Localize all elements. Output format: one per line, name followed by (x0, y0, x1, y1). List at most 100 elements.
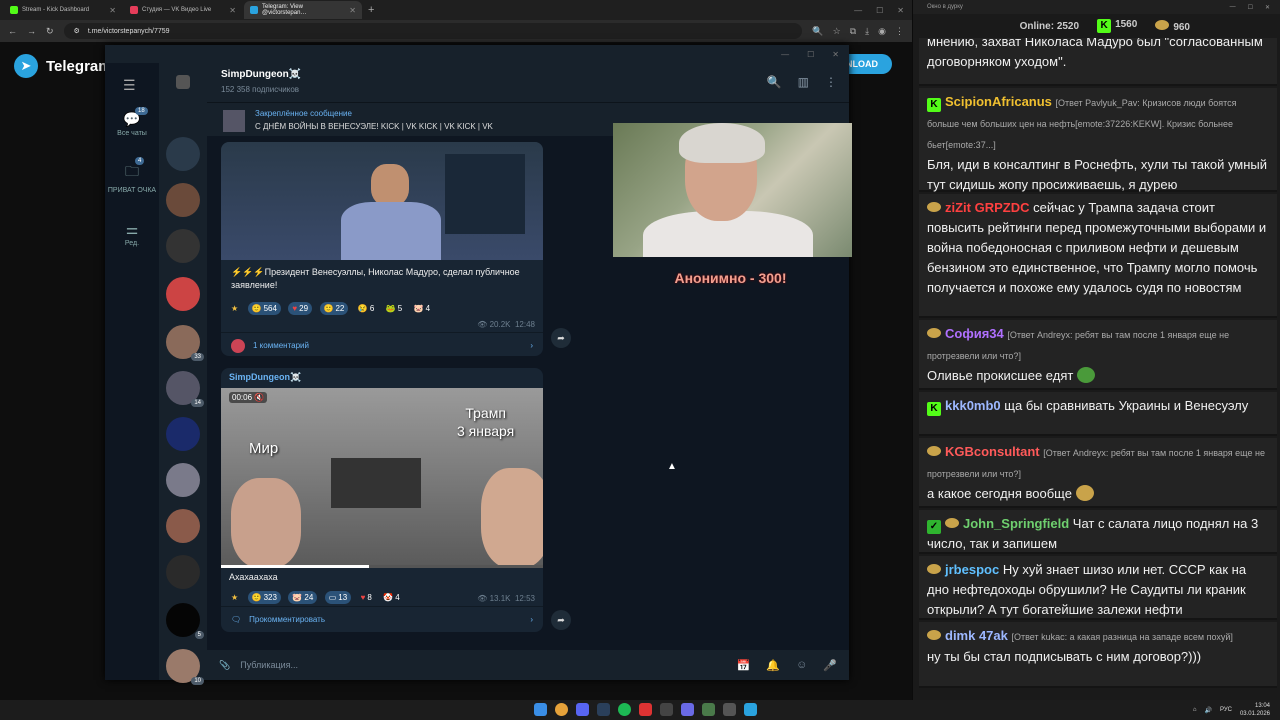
microphone-icon[interactable]: 🎤 (823, 659, 837, 672)
chat-avatar[interactable]: 14 (166, 371, 204, 407)
chat-avatar[interactable]: 10 (166, 649, 204, 685)
reaction[interactable]: 🐷 4 (412, 302, 432, 315)
reaction[interactable]: 🐸 5 (384, 302, 404, 315)
username[interactable]: KGBconsultant (945, 444, 1040, 459)
reaction[interactable]: 🙂 22 (319, 302, 349, 315)
minimize-icon[interactable]: — (781, 50, 789, 59)
schedule-icon[interactable]: 📅 (737, 659, 751, 672)
clock[interactable]: 13:04 03.01.2026 (1240, 702, 1270, 718)
close-icon[interactable]: ✕ (832, 50, 839, 59)
star-reaction-icon[interactable]: ★ (229, 302, 240, 315)
start-icon[interactable] (534, 703, 547, 716)
video-progress-track[interactable] (221, 565, 543, 568)
post-video[interactable]: 00:06 🔇 Мир Трамп 3 января (221, 388, 543, 568)
search-icon[interactable]: 🔍 (767, 75, 782, 89)
chat-avatar[interactable] (166, 183, 200, 217)
username[interactable]: dimk 47ak (945, 628, 1008, 643)
app-icon[interactable] (723, 703, 736, 716)
forward-icon[interactable]: → (27, 26, 36, 36)
wifi-icon[interactable]: ⌂ (1193, 707, 1197, 713)
spotify-icon[interactable] (618, 703, 631, 716)
comment-button[interactable]: 🗨 Прокомментировать › (221, 606, 543, 632)
close-icon[interactable]: ✕ (229, 6, 236, 15)
reaction[interactable]: ♥ 29 (288, 302, 313, 315)
post-image[interactable] (221, 142, 543, 260)
username[interactable]: kkk0mb0 (945, 398, 1001, 413)
username[interactable]: ziZit (945, 200, 971, 215)
chat-avatar[interactable] (166, 137, 200, 171)
username[interactable]: John_Springfield (963, 516, 1069, 531)
maximize-icon[interactable]: ☐ (1248, 4, 1253, 11)
profile-icon[interactable]: ◉ (878, 26, 886, 37)
close-window-icon[interactable]: ✕ (897, 6, 904, 15)
steam-icon[interactable] (597, 703, 610, 716)
username[interactable]: jrbespoc (945, 562, 999, 577)
chat-avatar[interactable]: 33 (166, 325, 204, 361)
message-input[interactable]: Публикация... (240, 660, 726, 670)
channel-name[interactable]: SimpDungeon☠️ (221, 69, 301, 80)
url-field[interactable]: ⚙ t.me/victorstepanych/7759 (63, 23, 803, 39)
app-icon[interactable] (702, 703, 715, 716)
share-button[interactable]: ➦ (551, 328, 571, 348)
discord-icon[interactable] (576, 703, 589, 716)
app-icon[interactable] (660, 703, 673, 716)
reaction[interactable]: 🤡 4 (381, 591, 401, 604)
more-icon[interactable]: ⋮ (825, 75, 837, 89)
menu-icon[interactable]: ⋮ (895, 26, 904, 37)
reaction[interactable]: 🙂 564 (247, 302, 281, 315)
chat-avatar[interactable]: 5 (166, 603, 204, 639)
username[interactable]: ScipionAfricanus (945, 94, 1052, 109)
username[interactable]: София34 (945, 326, 1004, 341)
maximize-icon[interactable]: ☐ (807, 50, 814, 59)
new-tab-icon[interactable]: + (368, 4, 374, 16)
reaction[interactable]: ▭ 13 (324, 591, 352, 604)
download-icon[interactable]: ⤓ (865, 26, 869, 37)
chat-avatar[interactable] (166, 463, 200, 497)
reload-icon[interactable]: ↻ (46, 26, 54, 37)
star-icon[interactable]: ☆ (833, 26, 841, 37)
chat-avatar[interactable] (166, 509, 200, 543)
share-button[interactable]: ➦ (551, 610, 571, 630)
chrome-icon[interactable] (555, 703, 568, 716)
mute-icon[interactable]: 🔇 (254, 393, 264, 402)
star-reaction-icon[interactable]: ★ (229, 591, 240, 604)
tab-telegram[interactable]: Telegram: View @victorstepan… ✕ (244, 1, 362, 19)
menu-icon[interactable]: ☰ (123, 77, 136, 94)
minimize-icon[interactable]: — (1230, 4, 1236, 11)
username[interactable]: GRPZDC (975, 200, 1030, 215)
pinned-message[interactable]: Закреплённое сообщение С ДНЁМ ВОЙНЫ В ВЕ… (207, 106, 655, 136)
language-indicator[interactable]: РУС (1220, 707, 1232, 713)
sidebar-toggle-icon[interactable]: ▥ (798, 75, 809, 89)
reaction[interactable]: 🙂 323 (247, 591, 281, 604)
volume-icon[interactable]: 🔊 (1204, 707, 1211, 714)
zoom-icon[interactable]: 🔍 (812, 26, 823, 37)
folder-private[interactable]: 🗀 4 ПРИВАТ ОЧКА (105, 157, 159, 194)
close-icon[interactable]: ✕ (1265, 4, 1270, 11)
tab-kick[interactable]: Stream - Kick Dashboard ✕ (4, 1, 122, 19)
site-info-icon[interactable]: ⚙ (74, 27, 80, 35)
app-icon[interactable] (681, 703, 694, 716)
bell-icon[interactable]: 🔔 (766, 659, 780, 672)
comments-button[interactable]: 1 комментарий › (221, 332, 543, 358)
close-icon[interactable]: ✕ (109, 6, 116, 15)
close-icon[interactable]: ✕ (349, 6, 356, 15)
attach-icon[interactable]: 📎 (219, 660, 230, 671)
reaction[interactable]: 🐷 24 (288, 591, 318, 604)
chat-avatar[interactable] (166, 417, 200, 451)
extensions-icon[interactable]: ⧉ (850, 26, 856, 37)
chat-avatar[interactable] (166, 555, 200, 589)
chat-avatar[interactable] (166, 277, 200, 311)
emoji-icon[interactable]: ☺ (796, 659, 807, 672)
obs-icon[interactable] (639, 703, 652, 716)
minimize-icon[interactable]: — (854, 6, 862, 15)
reaction[interactable]: ♥ 8 (359, 591, 374, 604)
folder-all-chats[interactable]: 💬 18 Все чаты (105, 107, 159, 137)
tab-vk[interactable]: Студия — VK Видео Live ✕ (124, 1, 242, 19)
archive-icon[interactable] (176, 75, 190, 89)
maximize-icon[interactable]: ☐ (876, 6, 883, 15)
telegram-icon[interactable] (744, 703, 757, 716)
back-icon[interactable]: ← (8, 26, 17, 36)
reaction[interactable]: 😢 6 (356, 302, 376, 315)
chat-avatar[interactable] (166, 229, 200, 263)
folder-edit[interactable]: ⚌ Ред. (105, 221, 159, 247)
